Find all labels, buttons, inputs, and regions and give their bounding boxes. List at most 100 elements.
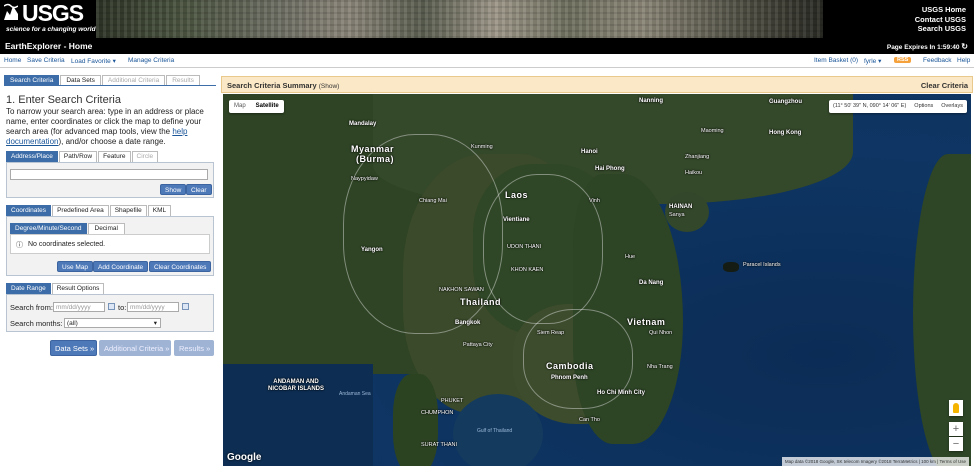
map-overlays-button[interactable]: Overlays bbox=[937, 100, 967, 113]
search-criteria-summary: Search Criteria Summary (Show) Clear Cri… bbox=[221, 76, 973, 93]
summary-title: Search Criteria Summary (Show) bbox=[227, 81, 339, 90]
menu-save-criteria[interactable]: Save Criteria bbox=[27, 57, 65, 64]
menu-bar: Home Save Criteria Load Favorite ▾ Manag… bbox=[0, 54, 974, 68]
clear-button[interactable]: Clear bbox=[186, 184, 212, 195]
menu-manage-criteria[interactable]: Manage Criteria bbox=[128, 57, 174, 64]
user-menu[interactable]: fyrle ▾ bbox=[864, 57, 881, 65]
address-input[interactable] bbox=[10, 169, 208, 180]
additional-criteria-button[interactable]: Additional Criteria » bbox=[99, 340, 171, 356]
user-name: fyrle bbox=[864, 58, 877, 65]
map-type-control: Map Satellite bbox=[229, 100, 284, 113]
feedback-link[interactable]: Feedback bbox=[923, 57, 952, 64]
tab-shapefile[interactable]: Shapefile bbox=[109, 205, 147, 216]
usgs-home-link[interactable]: USGS Home bbox=[915, 5, 966, 15]
cursor-coordinates: (11° 50' 39" N, 090° 14' 06" E) bbox=[833, 103, 907, 109]
date-from-input[interactable]: mm/dd/yyyy bbox=[53, 302, 105, 312]
label-thailand: Thailand bbox=[460, 297, 502, 307]
date-to-input[interactable]: mm/dd/yyyy bbox=[127, 302, 179, 312]
label-burma: (Burma) bbox=[356, 154, 395, 164]
date-tabs: Date Range Result Options bbox=[6, 283, 105, 294]
summary-title-text: Search Criteria Summary bbox=[227, 81, 317, 90]
add-coordinate-button[interactable]: Add Coordinate bbox=[93, 261, 149, 272]
label-phuket: PHUKET bbox=[441, 398, 464, 404]
tab-coordinates[interactable]: Coordinates bbox=[6, 205, 52, 216]
chevron-down-icon: ▾ bbox=[878, 58, 882, 65]
tab-degree-minute-second[interactable]: Degree/Minute/Second bbox=[10, 223, 87, 234]
tab-path-row[interactable]: Path/Row bbox=[58, 151, 98, 162]
item-basket-link[interactable]: Item Basket (0) bbox=[814, 57, 858, 64]
rss-icon[interactable]: RSS bbox=[894, 57, 912, 63]
help-link[interactable]: Help bbox=[957, 57, 970, 64]
label-hanoi: Hanoi bbox=[581, 149, 598, 155]
tab-kml[interactable]: KML bbox=[147, 205, 172, 216]
contact-usgs-link[interactable]: Contact USGS bbox=[915, 15, 966, 25]
search-months-value: (all) bbox=[67, 320, 78, 327]
map-type-map[interactable]: Map bbox=[229, 100, 251, 113]
coordinates-box: Degree/Minute/Second Decimal ⓘ No coordi… bbox=[6, 216, 214, 276]
no-coordinates-message: No coordinates selected. bbox=[28, 241, 106, 248]
tab-result-options[interactable]: Result Options bbox=[51, 283, 105, 294]
label-nakhon: NAKHON SAWAN bbox=[439, 287, 484, 293]
label-mandalay: Mandalay bbox=[349, 121, 377, 127]
search-from-label: Search from: bbox=[10, 303, 53, 312]
menu-load-favorite[interactable]: Load Favorite ▾ bbox=[71, 57, 116, 65]
search-months-select[interactable]: (all) ▾ bbox=[64, 318, 161, 328]
label-phnompenh: Phnom Penh bbox=[551, 375, 588, 381]
tab-circle[interactable]: Circle bbox=[131, 151, 159, 162]
label-khonkaen: KHON KAEN bbox=[511, 267, 544, 273]
coordinate-format-tabs: Degree/Minute/Second Decimal bbox=[10, 223, 126, 234]
label-gulf: Gulf of Thailand bbox=[477, 428, 513, 434]
label-suratthani: SURAT THANI bbox=[421, 442, 458, 448]
label-vientiane: Vientiane bbox=[503, 217, 530, 223]
label-pattaya: Pattaya City bbox=[463, 342, 493, 348]
map-options-button[interactable]: Options bbox=[910, 100, 937, 113]
label-chumphon: CHUMPHON bbox=[421, 410, 454, 416]
date-box: Search from: mm/dd/yyyy to: mm/dd/yyyy S… bbox=[6, 294, 214, 332]
label-cambodia: Cambodia bbox=[546, 361, 594, 371]
street-view-pegman-icon[interactable] bbox=[949, 400, 963, 416]
data-sets-button[interactable]: Data Sets » bbox=[50, 340, 97, 356]
label-quinhon: Qui Nhon bbox=[649, 330, 673, 336]
refresh-icon[interactable]: ↻ bbox=[961, 42, 968, 51]
page-expires: Page Expires In 1:59:40 ↻ bbox=[887, 42, 968, 51]
search-usgs-link[interactable]: Search USGS bbox=[915, 24, 966, 34]
use-map-button[interactable]: Use Map bbox=[57, 261, 94, 272]
map-type-satellite[interactable]: Satellite bbox=[251, 100, 284, 113]
usgs-tagline: science for a changing world bbox=[6, 26, 96, 33]
satellite-map[interactable]: Myanmar (Burma) Laos Thailand Cambodia V… bbox=[223, 94, 971, 466]
usgs-logo[interactable]: USGS science for a changing world bbox=[4, 2, 96, 33]
tab-date-range[interactable]: Date Range bbox=[6, 283, 51, 294]
tab-feature[interactable]: Feature bbox=[98, 151, 131, 162]
menu-home[interactable]: Home bbox=[4, 57, 21, 64]
label-naypyidaw: Naypyidaw bbox=[351, 176, 378, 182]
zoom-in-button[interactable]: + bbox=[949, 422, 963, 436]
show-button[interactable]: Show bbox=[160, 184, 187, 195]
label-guangzhou: Guangzhou bbox=[769, 99, 802, 105]
coordinate-readout: (11° 50' 39" N, 090° 14' 06" E) Options … bbox=[829, 100, 967, 113]
clear-coordinates-button[interactable]: Clear Coordinates bbox=[149, 261, 212, 272]
summary-show-link[interactable]: (Show) bbox=[319, 83, 340, 90]
search-months-label: Search months: bbox=[10, 319, 63, 328]
label-paracel: Paracel Islands bbox=[743, 262, 781, 268]
tab-predefined-area[interactable]: Predefined Area bbox=[52, 205, 109, 216]
instructions-text-2: ), and/or choose a date range. bbox=[58, 137, 166, 146]
info-icon: ⓘ bbox=[16, 242, 23, 249]
calendar-icon[interactable] bbox=[108, 303, 115, 310]
tab-decimal[interactable]: Decimal bbox=[87, 223, 125, 234]
label-zhanjiang: Zhanjiang bbox=[685, 154, 710, 160]
label-myanmar: Myanmar bbox=[351, 144, 395, 154]
label-vinh: Vinh bbox=[589, 198, 600, 204]
google-logo: Google bbox=[227, 452, 262, 463]
chevron-down-icon: ▾ bbox=[112, 58, 116, 65]
label-bangkok: Bangkok bbox=[455, 320, 481, 326]
address-box: Show Clear bbox=[6, 162, 214, 198]
zoom-out-button[interactable]: − bbox=[949, 437, 963, 451]
calendar-icon[interactable] bbox=[182, 303, 189, 310]
page-expires-text: Page Expires In 1:59:40 bbox=[886, 44, 960, 51]
results-button[interactable]: Results » bbox=[174, 340, 214, 356]
label-siemreap: Siem Reap bbox=[537, 330, 565, 336]
map-attribution[interactable]: Map data ©2018 Google, SK telecom Imager… bbox=[781, 457, 969, 466]
label-nhatrang: Nha Trang bbox=[647, 364, 673, 370]
tab-address-place[interactable]: Address/Place bbox=[6, 151, 58, 162]
clear-criteria-link[interactable]: Clear Criteria bbox=[921, 81, 968, 90]
